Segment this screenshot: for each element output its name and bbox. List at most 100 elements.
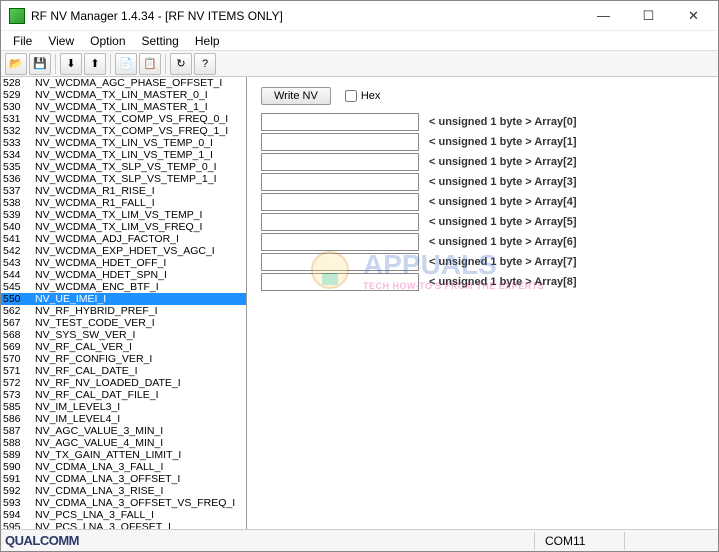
list-item[interactable]: 542NV_WCDMA_EXP_HDET_VS_AGC_I — [1, 245, 246, 257]
help-icon[interactable]: ? — [194, 53, 216, 75]
list-item-id: 568 — [3, 329, 35, 341]
list-item[interactable]: 571NV_RF_CAL_DATE_I — [1, 365, 246, 377]
array-value-input[interactable] — [261, 133, 419, 151]
list-item-name: NV_WCDMA_R1_FALL_I — [35, 197, 244, 209]
array-type-label: < unsigned 1 byte > Array[2] — [429, 156, 577, 168]
list-item-name: NV_RF_CAL_VER_I — [35, 341, 244, 353]
list-item[interactable]: 593NV_CDMA_LNA_3_OFFSET_VS_FREQ_I — [1, 497, 246, 509]
array-value-input[interactable] — [261, 193, 419, 211]
list-item-id: 570 — [3, 353, 35, 365]
list-item-name: NV_WCDMA_TX_LIM_VS_TEMP_I — [35, 209, 244, 221]
array-value-input[interactable] — [261, 213, 419, 231]
list-item[interactable]: 572NV_RF_NV_LOADED_DATE_I — [1, 377, 246, 389]
list-item-id: 588 — [3, 437, 35, 449]
array-value-input[interactable] — [261, 273, 419, 291]
list-item-id: 572 — [3, 377, 35, 389]
array-row: < unsigned 1 byte > Array[5] — [261, 213, 704, 231]
list-item[interactable]: 545NV_WCDMA_ENC_BTF_I — [1, 281, 246, 293]
array-value-input[interactable] — [261, 233, 419, 251]
array-value-input[interactable] — [261, 153, 419, 171]
menu-help[interactable]: Help — [187, 32, 228, 50]
list-item[interactable]: 539NV_WCDMA_TX_LIM_VS_TEMP_I — [1, 209, 246, 221]
list-item[interactable]: 567NV_TEST_CODE_VER_I — [1, 317, 246, 329]
list-item[interactable]: 529NV_WCDMA_TX_LIN_MASTER_0_I — [1, 89, 246, 101]
list-item[interactable]: 532NV_WCDMA_TX_COMP_VS_FREQ_1_I — [1, 125, 246, 137]
list-item[interactable]: 541NV_WCDMA_ADJ_FACTOR_I — [1, 233, 246, 245]
array-row: < unsigned 1 byte > Array[0] — [261, 113, 704, 131]
menu-setting[interactable]: Setting — [134, 32, 187, 50]
list-item[interactable]: 573NV_RF_CAL_DAT_FILE_I — [1, 389, 246, 401]
copy-icon[interactable]: 📄 — [115, 53, 137, 75]
list-item-name: NV_WCDMA_HDET_OFF_I — [35, 257, 244, 269]
list-item[interactable]: 533NV_WCDMA_TX_LIN_VS_TEMP_0_I — [1, 137, 246, 149]
refresh-icon[interactable]: ↻ — [170, 53, 192, 75]
list-item-id: 594 — [3, 509, 35, 521]
array-type-label: < unsigned 1 byte > Array[6] — [429, 236, 577, 248]
list-item[interactable]: 586NV_IM_LEVEL4_I — [1, 413, 246, 425]
statusbar: QUALCOMM COM11 — [1, 529, 718, 551]
list-item[interactable]: 544NV_WCDMA_HDET_SPN_I — [1, 269, 246, 281]
list-item[interactable]: 570NV_RF_CONFIG_VER_I — [1, 353, 246, 365]
write-icon[interactable]: ⬆ — [84, 53, 106, 75]
list-item[interactable]: 590NV_CDMA_LNA_3_FALL_I — [1, 461, 246, 473]
array-row: < unsigned 1 byte > Array[1] — [261, 133, 704, 151]
list-item[interactable]: 587NV_AGC_VALUE_3_MIN_I — [1, 425, 246, 437]
save-icon[interactable]: 💾 — [29, 53, 51, 75]
list-item-name: NV_CDMA_LNA_3_OFFSET_VS_FREQ_I — [35, 497, 244, 509]
list-item-id: 537 — [3, 185, 35, 197]
list-item[interactable]: 585NV_IM_LEVEL3_I — [1, 401, 246, 413]
list-item-id: 590 — [3, 461, 35, 473]
list-item-name: NV_SYS_SW_VER_I — [35, 329, 244, 341]
list-item-name: NV_RF_CAL_DATE_I — [35, 365, 244, 377]
list-item[interactable]: 562NV_RF_HYBRID_PREF_I — [1, 305, 246, 317]
list-item[interactable]: 536NV_WCDMA_TX_SLP_VS_TEMP_1_I — [1, 173, 246, 185]
list-item[interactable]: 530NV_WCDMA_TX_LIN_MASTER_1_I — [1, 101, 246, 113]
minimize-button[interactable]: — — [581, 2, 626, 30]
list-item[interactable]: 588NV_AGC_VALUE_4_MIN_I — [1, 437, 246, 449]
hex-checkbox[interactable]: Hex — [345, 90, 381, 102]
list-item-id: 550 — [3, 293, 35, 305]
list-item-name: NV_WCDMA_HDET_SPN_I — [35, 269, 244, 281]
list-item[interactable]: 594NV_PCS_LNA_3_FALL_I — [1, 509, 246, 521]
maximize-button[interactable]: ☐ — [626, 2, 671, 30]
list-item[interactable]: 592NV_CDMA_LNA_3_RISE_I — [1, 485, 246, 497]
list-item[interactable]: 540NV_WCDMA_TX_LIM_VS_FREQ_I — [1, 221, 246, 233]
menu-option[interactable]: Option — [82, 32, 133, 50]
toolbar-separator — [165, 54, 166, 74]
list-item[interactable]: 569NV_RF_CAL_VER_I — [1, 341, 246, 353]
paste-icon[interactable]: 📋 — [139, 53, 161, 75]
list-item-name: NV_WCDMA_AGC_PHASE_OFFSET_I — [35, 77, 244, 89]
list-item[interactable]: 543NV_WCDMA_HDET_OFF_I — [1, 257, 246, 269]
array-value-input[interactable] — [261, 173, 419, 191]
read-icon[interactable]: ⬇ — [60, 53, 82, 75]
array-row: < unsigned 1 byte > Array[8] — [261, 273, 704, 291]
list-item[interactable]: 595NV_PCS_LNA_3_OFFSET_I — [1, 521, 246, 529]
nv-item-list[interactable]: 528NV_WCDMA_AGC_PHASE_OFFSET_I529NV_WCDM… — [1, 77, 247, 529]
write-nv-button[interactable]: Write NV — [261, 87, 331, 105]
close-button[interactable]: ✕ — [671, 2, 716, 30]
list-item[interactable]: 550NV_UE_IMEI_I — [1, 293, 246, 305]
titlebar: RF NV Manager 1.4.34 - [RF NV ITEMS ONLY… — [1, 1, 718, 31]
menu-file[interactable]: File — [5, 32, 40, 50]
list-item[interactable]: 537NV_WCDMA_R1_RISE_I — [1, 185, 246, 197]
menu-view[interactable]: View — [40, 32, 82, 50]
list-item-id: 544 — [3, 269, 35, 281]
list-item[interactable]: 531NV_WCDMA_TX_COMP_VS_FREQ_0_I — [1, 113, 246, 125]
array-value-input[interactable] — [261, 113, 419, 131]
list-item-id: 595 — [3, 521, 35, 529]
open-icon[interactable]: 📂 — [5, 53, 27, 75]
list-item-id: 532 — [3, 125, 35, 137]
list-item[interactable]: 589NV_TX_GAIN_ATTEN_LIMIT_I — [1, 449, 246, 461]
hex-checkbox-input[interactable] — [345, 90, 357, 102]
list-item-id: 592 — [3, 485, 35, 497]
list-item-id: 591 — [3, 473, 35, 485]
list-item[interactable]: 528NV_WCDMA_AGC_PHASE_OFFSET_I — [1, 77, 246, 89]
array-value-input[interactable] — [261, 253, 419, 271]
list-item[interactable]: 568NV_SYS_SW_VER_I — [1, 329, 246, 341]
list-item-id: 585 — [3, 401, 35, 413]
list-item[interactable]: 591NV_CDMA_LNA_3_OFFSET_I — [1, 473, 246, 485]
list-item[interactable]: 535NV_WCDMA_TX_SLP_VS_TEMP_0_I — [1, 161, 246, 173]
list-item[interactable]: 534NV_WCDMA_TX_LIN_VS_TEMP_1_I — [1, 149, 246, 161]
list-item-id: 593 — [3, 497, 35, 509]
list-item[interactable]: 538NV_WCDMA_R1_FALL_I — [1, 197, 246, 209]
